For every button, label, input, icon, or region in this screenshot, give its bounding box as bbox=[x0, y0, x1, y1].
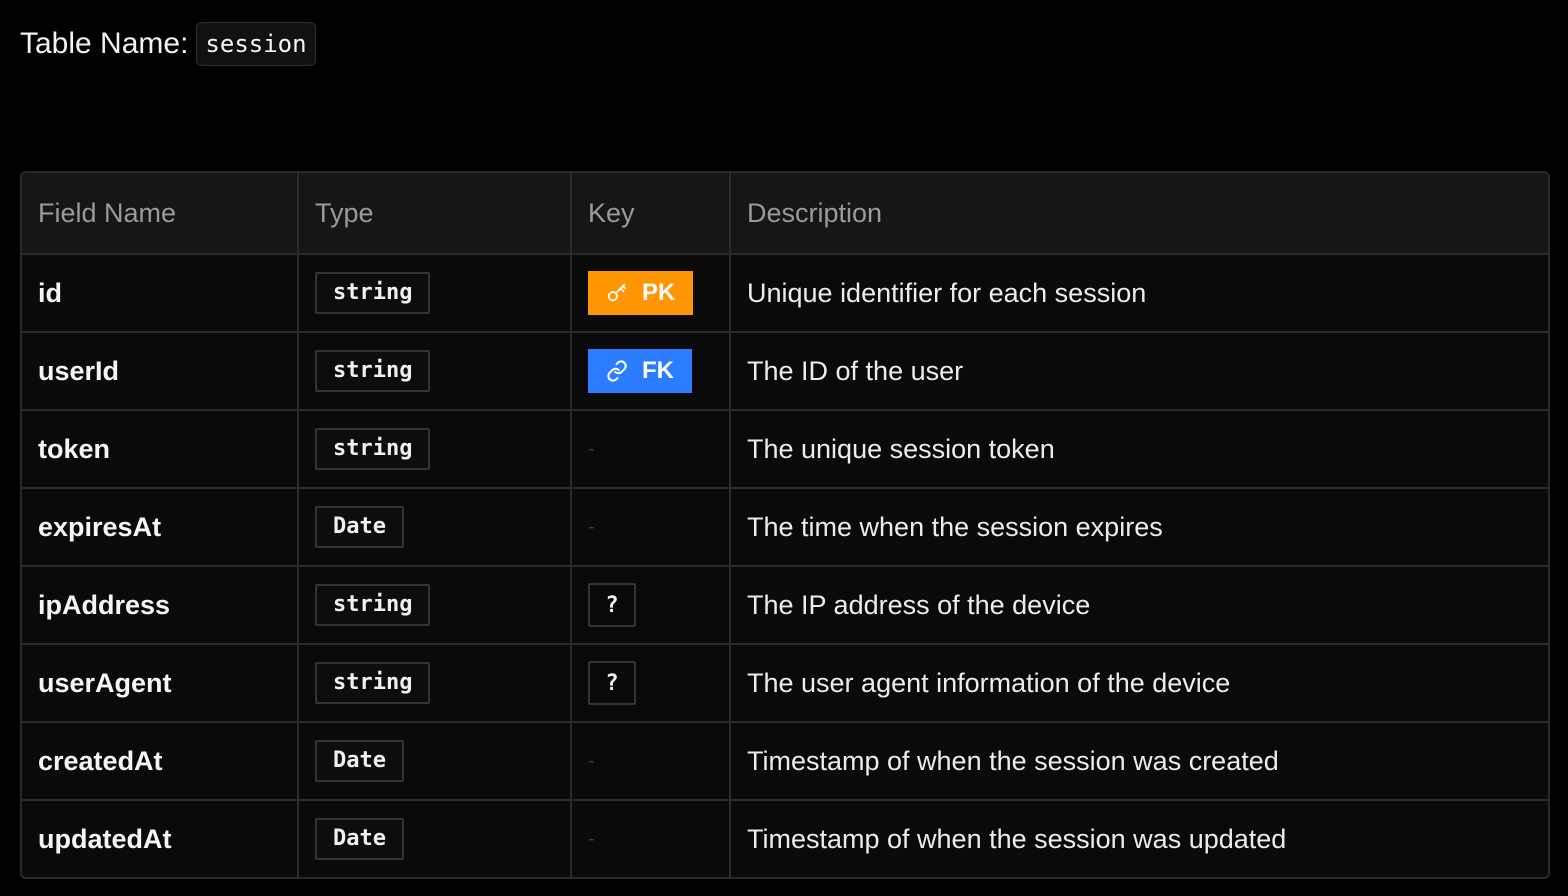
key-icon bbox=[606, 282, 628, 304]
table-header-row: Field Name Type Key Description bbox=[22, 173, 1548, 253]
no-key-dash: - bbox=[588, 437, 595, 460]
link-icon bbox=[606, 360, 628, 382]
field-key-cell: ? bbox=[570, 645, 729, 721]
field-name: updatedAt bbox=[38, 823, 172, 854]
field-name: ipAddress bbox=[38, 589, 171, 620]
column-header-description: Description bbox=[729, 173, 1548, 253]
table-row: id string PK Unique identifier for each ses… bbox=[22, 253, 1548, 331]
table-row: ipAddress string? The IP address of the de… bbox=[22, 565, 1548, 643]
type-badge: string bbox=[315, 662, 431, 704]
table-body: id string PK Unique identifier for each ses… bbox=[22, 253, 1548, 877]
primary-key-badge: PK bbox=[588, 271, 694, 315]
no-key-dash: - bbox=[588, 749, 595, 772]
table-row: createdAt Date - Timestamp of when the sess… bbox=[22, 721, 1548, 799]
field-description-cell: The time when the session expires bbox=[729, 489, 1548, 565]
field-type-cell: Date bbox=[297, 489, 570, 565]
field-key-cell: PK bbox=[570, 255, 729, 331]
field-description-cell: The unique session token bbox=[729, 411, 1548, 487]
table-title: Table Name: session bbox=[20, 22, 316, 66]
field-key-cell: - bbox=[570, 801, 729, 877]
field-key-cell: ? bbox=[570, 567, 729, 643]
field-type-cell: string bbox=[297, 567, 570, 643]
type-badge: string bbox=[315, 272, 431, 314]
field-type-cell: Date bbox=[297, 801, 570, 877]
field-description: Timestamp of when the session was update… bbox=[747, 823, 1287, 854]
field-description: Timestamp of when the session was create… bbox=[747, 745, 1279, 776]
field-name: createdAt bbox=[38, 745, 163, 776]
field-name: id bbox=[38, 277, 62, 308]
field-name-cell: userId bbox=[22, 333, 297, 409]
table-row: userAgent string? The user agent informati… bbox=[22, 643, 1548, 721]
field-name-cell: updatedAt bbox=[22, 801, 297, 877]
table-row: userId string FK The ID of the user bbox=[22, 331, 1548, 409]
no-key-dash: - bbox=[588, 515, 595, 538]
field-name-cell: createdAt bbox=[22, 723, 297, 799]
column-header-field-name: Field Name bbox=[38, 197, 177, 228]
type-badge: string bbox=[315, 350, 431, 392]
field-key-cell: - bbox=[570, 723, 729, 799]
schema-table: Field Name Type Key Description id string… bbox=[20, 171, 1550, 879]
field-name-cell: expiresAt bbox=[22, 489, 297, 565]
field-description-cell: The user agent information of the device bbox=[729, 645, 1548, 721]
table-row: updatedAt Date - Timestamp of when the sess… bbox=[22, 799, 1548, 877]
field-description: Unique identifier for each session bbox=[747, 277, 1147, 308]
optional-badge: ? bbox=[588, 583, 636, 627]
field-key-cell: - bbox=[570, 489, 729, 565]
field-name-cell: ipAddress bbox=[22, 567, 297, 643]
type-badge: string bbox=[315, 428, 431, 470]
field-type-cell: string bbox=[297, 333, 570, 409]
key-badge-label: PK bbox=[642, 279, 676, 306]
table-row: expiresAt Date - The time when the session … bbox=[22, 487, 1548, 565]
field-name: expiresAt bbox=[38, 511, 162, 542]
field-key-cell: - bbox=[570, 411, 729, 487]
field-type-cell: Date bbox=[297, 723, 570, 799]
type-badge: Date bbox=[315, 818, 404, 860]
field-name-cell: userAgent bbox=[22, 645, 297, 721]
field-name: userId bbox=[38, 355, 120, 386]
field-type-cell: string bbox=[297, 645, 570, 721]
key-badge-label: FK bbox=[642, 357, 674, 384]
field-description-cell: Timestamp of when the session was create… bbox=[729, 723, 1548, 799]
field-type-cell: string bbox=[297, 411, 570, 487]
table-name-label: Table Name: bbox=[20, 27, 189, 60]
no-key-dash: - bbox=[588, 827, 595, 850]
field-description-cell: The IP address of the device bbox=[729, 567, 1548, 643]
field-name: userAgent bbox=[38, 667, 172, 698]
foreign-key-badge: FK bbox=[588, 349, 692, 393]
field-type-cell: string bbox=[297, 255, 570, 331]
field-name: token bbox=[38, 433, 111, 464]
field-name-cell: token bbox=[22, 411, 297, 487]
field-description-cell: Timestamp of when the session was update… bbox=[729, 801, 1548, 877]
field-description-cell: Unique identifier for each session bbox=[729, 255, 1548, 331]
field-description: The unique session token bbox=[747, 433, 1055, 464]
table-name-code: session bbox=[196, 22, 316, 66]
type-badge: string bbox=[315, 584, 431, 626]
column-header-key: Key bbox=[570, 173, 729, 253]
field-name-cell: id bbox=[22, 255, 297, 331]
optional-badge: ? bbox=[588, 661, 636, 705]
field-description: The user agent information of the device bbox=[747, 667, 1231, 698]
field-key-cell: FK bbox=[570, 333, 729, 409]
type-badge: Date bbox=[315, 740, 404, 782]
field-description: The ID of the user bbox=[747, 355, 964, 386]
field-description: The IP address of the device bbox=[747, 589, 1091, 620]
field-description: The time when the session expires bbox=[747, 511, 1163, 542]
type-badge: Date bbox=[315, 506, 404, 548]
table-row: token string - The unique session token bbox=[22, 409, 1548, 487]
column-header-type: Type bbox=[297, 173, 570, 253]
field-description-cell: The ID of the user bbox=[729, 333, 1548, 409]
